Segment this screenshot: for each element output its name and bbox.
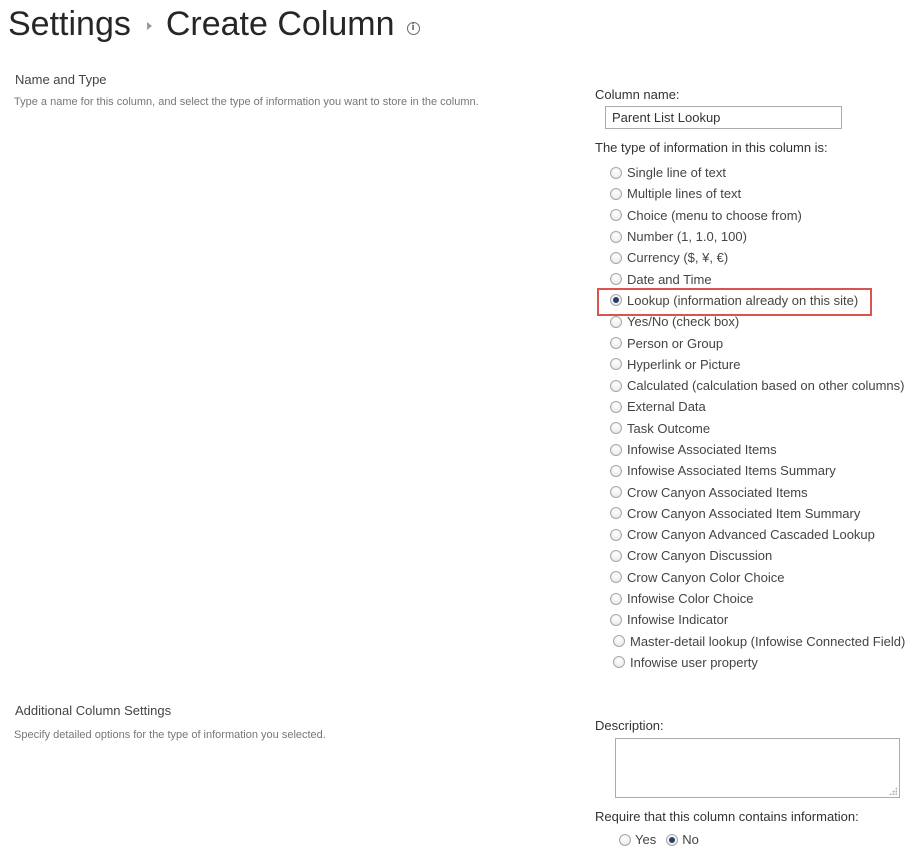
selected-type-highlight	[597, 288, 872, 316]
column-type-radio[interactable]	[610, 315, 622, 328]
column-type-label-text[interactable]: Calculated (calculation based on other c…	[627, 378, 905, 393]
column-type-radio[interactable]	[610, 443, 622, 456]
additional-settings-description: Specify detailed options for the type of…	[14, 729, 326, 741]
breadcrumb-settings-link[interactable]: Settings	[8, 2, 131, 46]
column-type-option[interactable]: Infowise Associated Items Summary	[610, 460, 905, 481]
column-type-radio-group: Single line of text Multiple lines of tex…	[610, 162, 905, 673]
column-type-label-text[interactable]: Infowise user property	[630, 655, 758, 670]
column-type-label-text[interactable]: External Data	[627, 399, 706, 414]
column-type-label-text[interactable]: Crow Canyon Associated Items	[627, 485, 808, 500]
description-textarea[interactable]	[615, 738, 900, 798]
column-type-radio[interactable]	[610, 251, 622, 264]
column-type-option[interactable]: Infowise Indicator	[610, 609, 905, 630]
column-type-radio[interactable]	[613, 635, 625, 648]
column-type-radio[interactable]	[610, 486, 622, 499]
additional-settings-title: Additional Column Settings	[15, 703, 172, 718]
column-type-radio[interactable]	[613, 656, 625, 669]
column-type-label-text[interactable]: Crow Canyon Associated Item Summary	[627, 506, 860, 521]
column-type-option[interactable]: Crow Canyon Associated Item Summary	[610, 503, 905, 524]
column-type-radio[interactable]	[610, 379, 622, 392]
column-type-radio[interactable]	[610, 187, 622, 200]
column-type-option[interactable]: Person or Group	[610, 332, 905, 353]
column-type-radio[interactable]	[610, 337, 622, 350]
column-type-radio[interactable]	[610, 209, 622, 222]
column-type-option[interactable]: Single line of text	[610, 162, 905, 183]
column-type-option[interactable]: Infowise Color Choice	[610, 588, 905, 609]
column-type-label-text[interactable]: Person or Group	[627, 336, 723, 351]
column-type-radio[interactable]	[610, 273, 622, 286]
column-name-input[interactable]	[605, 106, 842, 129]
require-no-label[interactable]: No	[682, 832, 699, 847]
column-type-option[interactable]: Task Outcome	[610, 418, 905, 439]
require-radio-group: Yes No	[619, 832, 699, 847]
name-and-type-title: Name and Type	[15, 72, 107, 87]
column-type-radio[interactable]	[610, 464, 622, 477]
column-type-label-text[interactable]: Infowise Color Choice	[627, 591, 753, 606]
column-type-label-text[interactable]: Crow Canyon Discussion	[627, 548, 772, 563]
column-name-label: Column name:	[595, 87, 680, 102]
column-type-label-text[interactable]: Number (1, 1.0, 100)	[627, 229, 747, 244]
column-type-radio[interactable]	[610, 166, 622, 179]
column-type-label-text[interactable]: Crow Canyon Color Choice	[627, 570, 785, 585]
column-type-label-text[interactable]: Date and Time	[627, 272, 712, 287]
column-type-option[interactable]: Multiple lines of text	[610, 183, 905, 204]
column-type-option[interactable]: Hyperlink or Picture	[610, 354, 905, 375]
page-header: Settings Create Column i	[8, 0, 420, 48]
column-type-radio[interactable]	[610, 507, 622, 520]
column-type-option[interactable]: External Data	[610, 396, 905, 417]
column-type-radio[interactable]	[610, 230, 622, 243]
require-yes-radio[interactable]	[619, 833, 631, 846]
column-type-radio[interactable]	[610, 549, 622, 562]
column-type-label: The type of information in this column i…	[595, 140, 828, 155]
breadcrumb-separator-icon	[146, 22, 152, 30]
column-type-radio[interactable]	[610, 571, 622, 584]
column-type-option[interactable]: Number (1, 1.0, 100)	[610, 226, 905, 247]
page-title: Create Column	[165, 5, 395, 43]
column-type-option[interactable]: Choice (menu to choose from)	[610, 205, 905, 226]
info-icon[interactable]: i	[406, 21, 420, 35]
column-type-radio[interactable]	[610, 400, 622, 413]
column-type-label-text[interactable]: Master-detail lookup (Infowise Connected…	[630, 634, 905, 649]
column-type-radio[interactable]	[610, 592, 622, 605]
column-type-radio[interactable]	[610, 528, 622, 541]
column-type-label-text[interactable]: Hyperlink or Picture	[627, 357, 740, 372]
column-type-label-text[interactable]: Infowise Associated Items	[627, 442, 777, 457]
column-type-option[interactable]: Date and Time	[610, 268, 905, 289]
column-type-option[interactable]: Crow Canyon Color Choice	[610, 567, 905, 588]
column-type-radio[interactable]	[610, 422, 622, 435]
column-type-label-text[interactable]: Infowise Associated Items Summary	[627, 463, 836, 478]
column-type-label-text[interactable]: Yes/No (check box)	[627, 314, 739, 329]
column-type-option[interactable]: Master-detail lookup (Infowise Connected…	[610, 631, 905, 652]
column-type-option[interactable]: Infowise user property	[610, 652, 905, 673]
column-type-label-text[interactable]: Currency ($, ¥, €)	[627, 250, 728, 265]
column-type-radio[interactable]	[610, 613, 622, 626]
column-type-label-text[interactable]: Crow Canyon Advanced Cascaded Lookup	[627, 527, 875, 542]
require-label: Require that this column contains inform…	[595, 809, 859, 824]
resize-grip-icon[interactable]	[889, 787, 897, 795]
column-type-label-text[interactable]: Choice (menu to choose from)	[627, 208, 802, 223]
column-type-option[interactable]: Crow Canyon Associated Items	[610, 481, 905, 502]
column-type-option[interactable]: Crow Canyon Discussion	[610, 545, 905, 566]
column-type-option[interactable]: Currency ($, ¥, €)	[610, 247, 905, 268]
column-type-label-text[interactable]: Task Outcome	[627, 421, 710, 436]
column-type-label-text[interactable]: Single line of text	[627, 165, 726, 180]
name-and-type-description: Type a name for this column, and select …	[14, 96, 479, 108]
column-type-label-text[interactable]: Multiple lines of text	[627, 186, 741, 201]
description-label: Description:	[595, 718, 664, 733]
column-type-option[interactable]: Crow Canyon Advanced Cascaded Lookup	[610, 524, 905, 545]
column-type-option[interactable]: Calculated (calculation based on other c…	[610, 375, 905, 396]
require-yes-label[interactable]: Yes	[635, 832, 656, 847]
column-type-option[interactable]: Infowise Associated Items	[610, 439, 905, 460]
require-no-radio[interactable]	[666, 833, 679, 846]
column-type-radio[interactable]	[610, 358, 622, 371]
column-type-label-text[interactable]: Infowise Indicator	[627, 612, 728, 627]
